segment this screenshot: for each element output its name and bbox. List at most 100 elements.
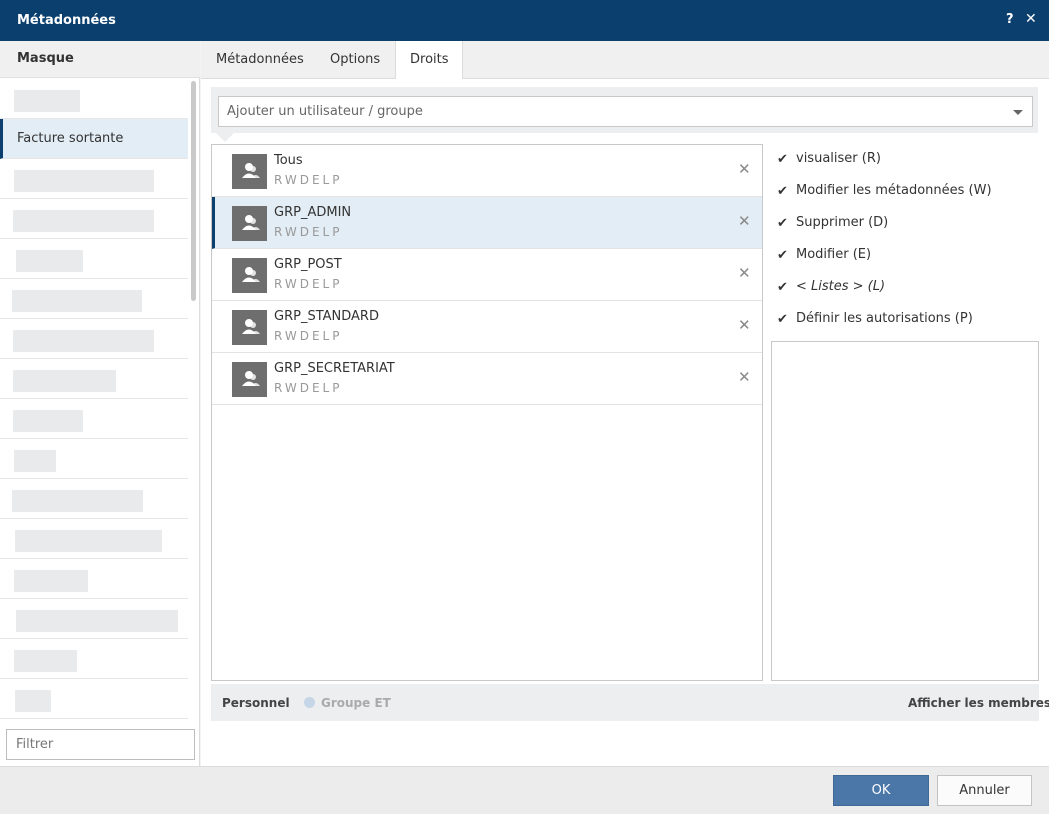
mask-item-placeholder — [13, 370, 116, 392]
group-avatar-icon — [232, 258, 267, 293]
rights-bottom-bar: Personnel Groupe ET Afficher les membres — [211, 684, 1049, 721]
mask-item[interactable] — [0, 479, 188, 519]
permission-label: Modifier les métadonnées (W) — [796, 183, 992, 198]
mask-list[interactable]: Facture sortante — [0, 79, 188, 719]
permission-lists[interactable]: ✔ < Listes > (L) — [775, 277, 1045, 299]
checkbox-check-icon[interactable]: ✔ — [777, 217, 790, 230]
mask-item[interactable] — [0, 79, 188, 119]
mask-item-placeholder — [13, 330, 154, 352]
mask-item[interactable] — [0, 279, 188, 319]
checkbox-check-icon[interactable]: ✔ — [777, 153, 790, 166]
remove-icon[interactable]: ✕ — [738, 264, 751, 282]
notch-decoration — [216, 133, 234, 142]
mask-item-placeholder — [16, 250, 83, 272]
permission-label: < Listes > (L) — [796, 279, 886, 294]
mask-item[interactable] — [0, 159, 188, 199]
user-list: Tous RWDELP ✕ GRP_ADMIN RWDELP ✕ GRP_POS… — [211, 144, 763, 681]
remove-icon[interactable]: ✕ — [738, 368, 751, 386]
title-bar: Métadonnées ? ✕ — [0, 0, 1049, 41]
permission-delete[interactable]: ✔ Supprimer (D) — [775, 213, 1045, 235]
user-name: Tous — [274, 153, 303, 168]
remove-icon[interactable]: ✕ — [738, 316, 751, 334]
groupe-et-toggle[interactable]: Groupe ET — [321, 696, 391, 710]
mask-header-label: Masque — [17, 51, 74, 66]
add-user-area: Ajouter un utilisateur / groupe — [211, 87, 1038, 133]
mask-list-scrollbar[interactable] — [191, 81, 196, 301]
mask-item[interactable] — [0, 399, 188, 439]
mask-item-placeholder — [15, 690, 51, 712]
mask-item-placeholder — [14, 90, 80, 112]
ok-button[interactable]: OK — [833, 775, 929, 806]
user-name: GRP_STANDARD — [274, 309, 379, 324]
mask-item[interactable] — [0, 559, 188, 599]
mask-item-placeholder — [14, 170, 154, 192]
mask-item-active[interactable]: Facture sortante — [0, 119, 188, 159]
mask-item-placeholder — [14, 450, 56, 472]
mask-item[interactable] — [0, 679, 188, 719]
mask-item-placeholder — [15, 530, 162, 552]
chevron-down-icon — [1013, 110, 1023, 115]
user-name: GRP_ADMIN — [274, 205, 352, 220]
user-rights: RWDELP — [274, 329, 343, 343]
permission-edit[interactable]: ✔ Modifier (E) — [775, 245, 1045, 267]
personnel-toggle[interactable]: Personnel — [222, 696, 290, 710]
mask-item[interactable] — [0, 239, 188, 279]
user-row[interactable]: GRP_SECRETARIAT RWDELP ✕ — [212, 353, 762, 405]
help-button[interactable]: ? — [1006, 12, 1014, 27]
checkbox-check-icon[interactable]: ✔ — [777, 313, 790, 326]
permission-read[interactable]: ✔ visualiser (R) — [775, 149, 1045, 171]
window-title: Métadonnées — [17, 13, 116, 28]
mask-item[interactable] — [0, 439, 188, 479]
permission-label: Définir les autorisations (P) — [796, 311, 973, 326]
tab-label: Droits — [410, 52, 449, 67]
group-avatar-icon — [232, 310, 267, 345]
user-row[interactable]: Tous RWDELP ✕ — [212, 145, 762, 197]
mask-item-label: Facture sortante — [17, 131, 124, 146]
mask-item[interactable] — [0, 519, 188, 559]
user-name: GRP_SECRETARIAT — [274, 361, 395, 376]
remove-icon[interactable]: ✕ — [738, 212, 751, 230]
permission-label: Modifier (E) — [796, 247, 872, 262]
rights-content: Ajouter un utilisateur / groupe Tous RWD… — [201, 79, 1049, 766]
tab-droits[interactable]: Droits — [395, 41, 463, 80]
mask-item[interactable] — [0, 639, 188, 679]
add-user-select[interactable]: Ajouter un utilisateur / groupe — [218, 96, 1033, 127]
members-box — [771, 341, 1039, 681]
mask-item[interactable] — [0, 199, 188, 239]
user-row[interactable]: GRP_POST RWDELP ✕ — [212, 249, 762, 301]
mask-panel-header: Masque — [0, 41, 200, 78]
close-button[interactable]: ✕ — [1025, 11, 1037, 27]
permission-label: visualiser (R) — [796, 151, 881, 166]
filter-input[interactable] — [6, 729, 195, 760]
dialog-footer: OK Annuler — [0, 766, 1049, 814]
mask-item[interactable] — [0, 359, 188, 399]
group-avatar-icon — [232, 362, 267, 397]
user-rights: RWDELP — [274, 173, 343, 187]
cancel-button[interactable]: Annuler — [937, 775, 1032, 806]
permission-permissions[interactable]: ✔ Définir les autorisations (P) — [775, 309, 1045, 331]
remove-icon[interactable]: ✕ — [738, 160, 751, 178]
checkbox-check-icon[interactable]: ✔ — [777, 281, 790, 294]
mask-item-placeholder — [12, 290, 142, 312]
group-et-icon — [304, 697, 315, 708]
tab-label: Métadonnées — [216, 52, 304, 67]
user-rights: RWDELP — [274, 277, 343, 291]
mask-item[interactable] — [0, 319, 188, 359]
checkbox-check-icon[interactable]: ✔ — [777, 249, 790, 262]
add-user-placeholder: Ajouter un utilisateur / groupe — [227, 104, 423, 119]
mask-item-placeholder — [13, 210, 154, 232]
mask-item-placeholder — [13, 410, 83, 432]
show-members-link[interactable]: Afficher les membres — [908, 696, 1049, 710]
tab-options[interactable]: Options — [314, 41, 394, 79]
checkbox-check-icon[interactable]: ✔ — [777, 185, 790, 198]
tab-label: Options — [330, 52, 381, 67]
user-rights: RWDELP — [274, 225, 343, 239]
user-row[interactable]: GRP_STANDARD RWDELP ✕ — [212, 301, 762, 353]
mask-item-placeholder — [14, 650, 77, 672]
group-avatar-icon — [232, 154, 267, 189]
mask-item[interactable] — [0, 599, 188, 639]
tab-metadonnees[interactable]: Métadonnées — [201, 41, 313, 79]
user-name: GRP_POST — [274, 257, 342, 272]
permission-write[interactable]: ✔ Modifier les métadonnées (W) — [775, 181, 1045, 203]
user-row-selected[interactable]: GRP_ADMIN RWDELP ✕ — [212, 197, 762, 249]
